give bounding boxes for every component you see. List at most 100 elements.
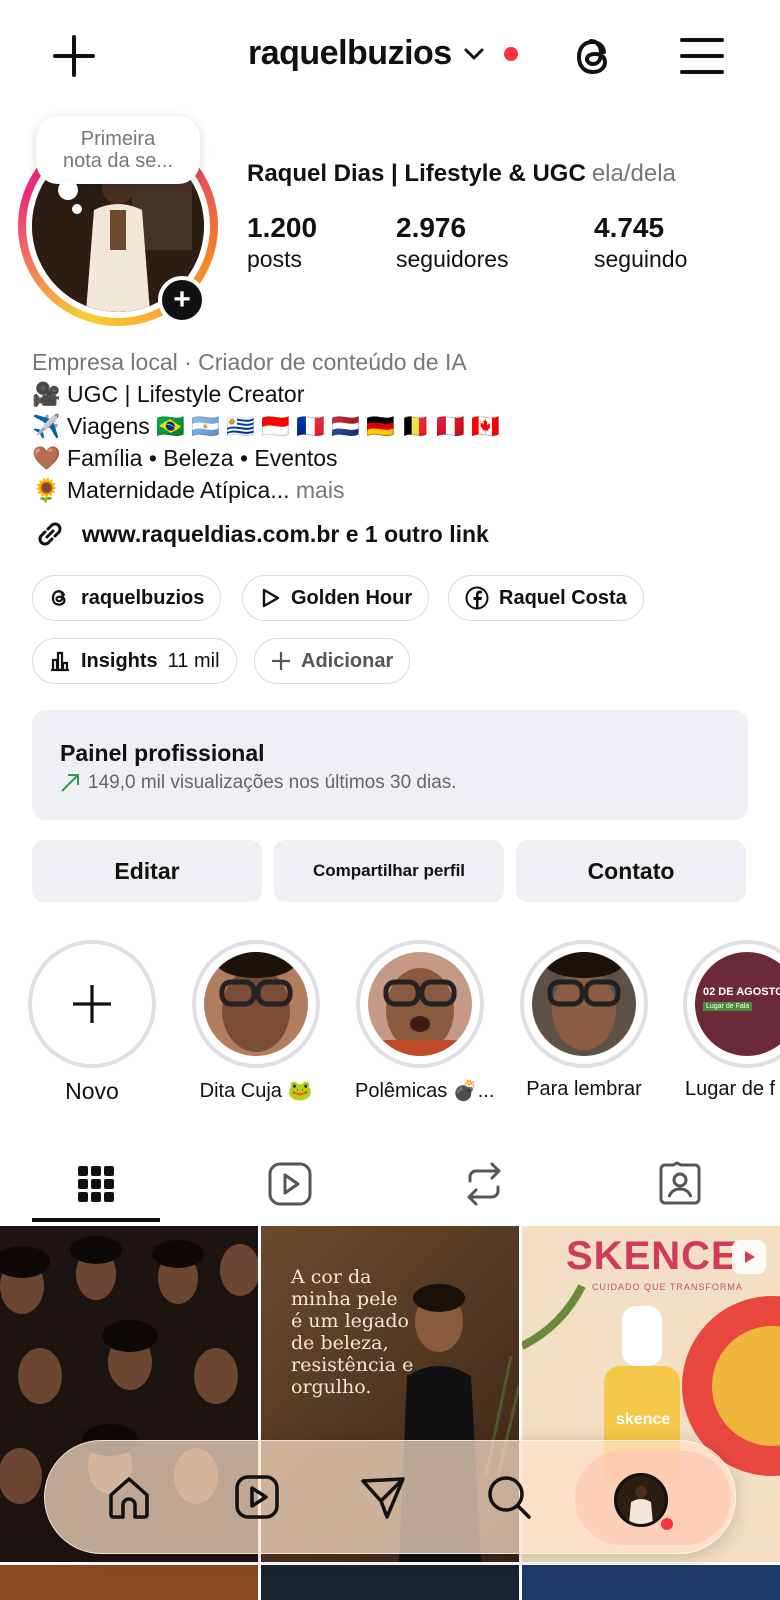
post-caption-line: orgulho. xyxy=(291,1376,372,1398)
post-tagline: CUIDADO QUE TRANSFORMA xyxy=(592,1282,743,1292)
insights-value: 11 mil xyxy=(167,649,220,672)
highlight-item[interactable]: Para lembrar xyxy=(519,940,649,1101)
highlight-ring xyxy=(192,940,320,1068)
stat-value: 4.745 xyxy=(594,212,665,243)
threads-icon xyxy=(49,587,71,609)
note-bubble[interactable]: Primeira nota da se... xyxy=(36,116,200,184)
post-thumbnail[interactable] xyxy=(522,1565,780,1600)
stat-value: 2.976 xyxy=(396,212,467,243)
pronouns: ela/dela xyxy=(591,160,676,187)
stat-label: seguindo xyxy=(594,246,688,272)
facebook-icon xyxy=(465,586,489,610)
highlight-card-tag: Lugar de Fala xyxy=(703,1002,753,1011)
link-text: www.raqueldias.com.br e 1 outro link xyxy=(82,520,489,547)
highlight-ring xyxy=(520,940,648,1068)
add-link-chip[interactable]: Adicionar xyxy=(254,638,411,684)
highlight-label: Lugar de f xyxy=(685,1078,776,1100)
avatar xyxy=(614,1473,668,1527)
stat-label: seguidores xyxy=(396,246,509,272)
profile-full-name: Raquel Dias | Lifestyle & UGC ela/dela xyxy=(247,160,676,188)
bar-chart-icon xyxy=(49,650,71,672)
highlight-label: Polêmicas 💣... xyxy=(355,1080,495,1102)
tagged-icon[interactable] xyxy=(650,1154,710,1214)
hamburger-menu-icon[interactable] xyxy=(680,36,724,76)
highlight-item[interactable]: Dita Cuja 🐸 xyxy=(191,940,321,1103)
play-icon xyxy=(259,587,281,609)
post-caption-line: resistência e xyxy=(291,1354,414,1376)
facebook-chip[interactable]: Raquel Costa xyxy=(448,575,644,621)
profile-category: Empresa local · Criador de conteúdo de I… xyxy=(32,349,467,375)
highlight-label: Dita Cuja 🐸 xyxy=(199,1080,313,1102)
insights-chip[interactable]: Insights 11 mil xyxy=(32,638,237,684)
link-icon xyxy=(32,516,68,552)
trend-up-icon xyxy=(60,773,80,793)
reels-icon[interactable] xyxy=(225,1465,289,1529)
plus-icon[interactable] xyxy=(52,34,96,78)
stat-label: posts xyxy=(247,246,302,272)
bio-line-last: 🌻 Maternidade Atípica... mais xyxy=(32,474,344,506)
send-icon[interactable] xyxy=(351,1465,415,1529)
post-caption-line: A cor da xyxy=(291,1266,372,1288)
note-bubble-tail xyxy=(58,180,78,200)
profile-avatar-icon[interactable] xyxy=(609,1468,673,1532)
reposts-icon[interactable] xyxy=(454,1154,514,1214)
external-link[interactable]: www.raqueldias.com.br e 1 outro link xyxy=(32,516,489,552)
stat-posts[interactable]: 1.200 posts xyxy=(247,212,317,274)
active-tab-indicator xyxy=(32,1218,160,1222)
profile-tabs xyxy=(0,1140,780,1224)
username-switcher[interactable]: raquelbuzios xyxy=(248,34,518,73)
highlight-item[interactable]: 02 DE AGOSTO Lugar de Fala Lugar de f xyxy=(683,940,780,1101)
golden-hour-chip[interactable]: Golden Hour xyxy=(242,575,430,621)
post-thumbnail[interactable] xyxy=(0,1565,258,1600)
reels-icon[interactable] xyxy=(260,1154,320,1214)
highlight-thumbnail xyxy=(368,952,472,1056)
panel-subtitle-text: 149,0 mil visualizações nos últimos 30 d… xyxy=(88,772,457,793)
edit-profile-button[interactable]: Editar xyxy=(32,840,262,902)
highlight-label: Novo xyxy=(65,1078,119,1104)
bio-line: 🤎 Família • Beleza • Eventos xyxy=(32,445,338,471)
notification-dot xyxy=(661,1518,673,1530)
more-link[interactable]: mais xyxy=(296,477,345,503)
bio-line: ✈️ Viagens 🇧🇷 🇦🇷 🇺🇾 🇮🇩 🇫🇷 🇳🇱 🇩🇪 🇧🇪 🇵🇪 🇨🇦 xyxy=(32,413,501,439)
highlight-label: Para lembrar xyxy=(526,1078,642,1100)
home-icon[interactable] xyxy=(97,1465,161,1529)
chip-label: raquelbuzios xyxy=(81,586,205,609)
chevron-down-icon xyxy=(462,42,486,66)
plus-icon xyxy=(271,651,291,671)
plus-icon xyxy=(71,983,113,1025)
full-name: Raquel Dias | Lifestyle & UGC xyxy=(247,160,586,187)
post-thumbnail[interactable] xyxy=(261,1565,519,1600)
note-text-line2: nota da se... xyxy=(62,150,174,172)
highlight-ring xyxy=(356,940,484,1068)
bio-line: 🌻 Maternidade Atípica... xyxy=(32,477,290,503)
username: raquelbuzios xyxy=(248,34,452,72)
highlight-ring: 02 DE AGOSTO Lugar de Fala xyxy=(683,940,780,1068)
contact-button[interactable]: Contato xyxy=(516,840,746,902)
reel-badge-icon xyxy=(732,1240,766,1274)
professional-dashboard[interactable]: Painel profissional 149,0 mil visualizaç… xyxy=(32,710,748,820)
top-bar: raquelbuzios xyxy=(0,0,780,110)
search-icon[interactable] xyxy=(477,1465,541,1529)
stat-value: 1.200 xyxy=(247,212,318,243)
bottom-nav-bar xyxy=(44,1440,736,1554)
chip-label: Golden Hour xyxy=(291,586,413,609)
highlight-ring xyxy=(28,940,156,1068)
highlight-item[interactable]: Polêmicas 💣... xyxy=(355,940,495,1103)
panel-title: Painel profissional xyxy=(60,740,265,766)
highlight-card-title: 02 DE AGOSTO xyxy=(703,986,780,998)
share-profile-button[interactable]: Compartilhar perfil xyxy=(274,840,504,902)
post-caption-line: de beleza, xyxy=(291,1332,389,1354)
highlight-new[interactable]: Novo xyxy=(27,940,157,1105)
chip-label: Raquel Costa xyxy=(499,586,627,609)
bio-line: 🎥 UGC | Lifestyle Creator xyxy=(32,381,305,407)
post-brand: SKENCE xyxy=(566,1234,739,1278)
threads-icon[interactable] xyxy=(570,32,620,82)
panel-subtitle: 149,0 mil visualizações nos últimos 30 d… xyxy=(60,772,457,794)
threads-chip[interactable]: raquelbuzios xyxy=(32,575,222,621)
chip-label: Adicionar xyxy=(301,649,394,672)
grid-icon[interactable] xyxy=(66,1154,126,1214)
stat-followers[interactable]: 2.976 seguidores xyxy=(396,212,509,274)
post-caption-line: é um legado xyxy=(291,1310,409,1332)
add-story-button[interactable]: + xyxy=(158,276,206,324)
stat-following[interactable]: 4.745 seguindo xyxy=(594,212,687,274)
